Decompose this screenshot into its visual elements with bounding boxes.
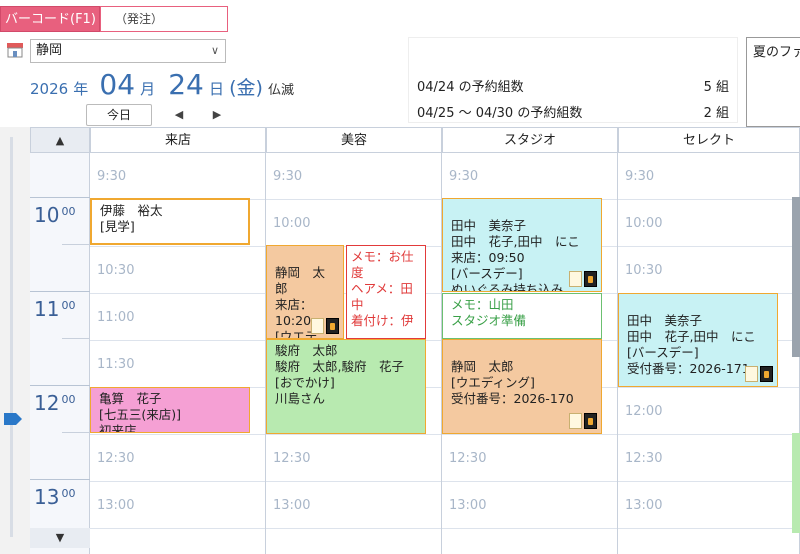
hour-label: 11 00: [34, 297, 76, 321]
green-event-edge: [792, 433, 800, 533]
card-icons: [569, 271, 597, 287]
reservation-text: 田中 美奈子 田中 花子,田中 にこ [バースデー] 受付番号：2026-171: [627, 313, 756, 376]
hour-divider: [30, 385, 90, 386]
summary-count: 2 組: [703, 106, 729, 121]
time-scrollbar[interactable]: [10, 137, 13, 537]
notice-box[interactable]: 夏のファ: [746, 37, 800, 127]
reservation-card[interactable]: 静岡 太郎 [ウエディング] 受付番号：2026-170: [442, 339, 602, 434]
summary-label: 04/25 ～ 04/30 の予約組数: [417, 106, 583, 121]
scroll-up-button[interactable]: ▲: [30, 127, 90, 153]
today-button[interactable]: 今日: [86, 104, 152, 126]
column-header-studio: スタジオ: [442, 127, 618, 153]
hour-label: 12 00: [34, 391, 76, 415]
store-select[interactable]: 静岡 ∨: [30, 39, 226, 63]
summary-count: 5 組: [703, 80, 729, 95]
column-header-biyou: 美容: [266, 127, 442, 153]
camera-icon: [326, 318, 339, 334]
reservation-card[interactable]: 田中 美奈子 田中 花子,田中 にこ [バースデー] 受付番号：2026-171: [618, 293, 778, 387]
hour-label: 13 00: [34, 485, 76, 509]
reservation-text: 静岡 太郎 [ウエディング] 受付番号：2026-170: [451, 359, 574, 406]
horizontal-scroll-thumb[interactable]: [792, 197, 800, 357]
shop-icon: [7, 43, 23, 58]
half-divider: [62, 432, 90, 433]
day: 24: [168, 68, 204, 101]
hour-divider: [30, 197, 90, 198]
order-input[interactable]: （発注）: [100, 6, 228, 32]
card-icons: [311, 318, 339, 334]
day-unit: 日: [208, 80, 224, 98]
memo-card[interactable]: メモ：お仕 度 ヘアメ：田 中 着付け：伊: [346, 245, 426, 339]
note-icon: [745, 366, 758, 382]
half-divider: [62, 244, 90, 245]
camera-icon: [760, 366, 773, 382]
reservation-text: 田中 美奈子 田中 花子,田中 にこ 来店：09:50 [バースデー] ぬいぐる…: [451, 218, 580, 292]
half-divider: [62, 338, 90, 339]
summary-row-today: 04/24 の予約組数 5 組: [417, 76, 729, 95]
year: 2026: [30, 80, 69, 98]
camera-icon: [584, 271, 597, 287]
note-icon: [569, 413, 582, 429]
note-icon: [569, 271, 582, 287]
current-time-marker-icon: [4, 413, 22, 425]
hour-label: 10 00: [34, 203, 76, 227]
year-unit: 年: [73, 80, 89, 98]
time-column: 10 00 11 00 12 00 13 00: [30, 127, 90, 554]
summary-label: 04/24 の予約組数: [417, 80, 524, 95]
summary-row-week: 04/25 ～ 04/30 の予約組数 2 組: [417, 102, 729, 121]
scroll-down-button[interactable]: ▼: [30, 528, 90, 548]
rokuyo: 仏滅: [268, 83, 295, 98]
next-day-button[interactable]: ▶: [202, 104, 232, 126]
hour-divider: [30, 479, 90, 480]
camera-icon: [584, 413, 597, 429]
barcode-shortcut-label[interactable]: バーコード(F1): [0, 6, 100, 32]
weekday: (金): [229, 77, 263, 99]
reservation-summary: 04/24 の予約組数 5 組 04/25 ～ 04/30 の予約組数 2 組: [408, 37, 738, 123]
reservation-card[interactable]: 亀算 花子 [七五三(来店)] 初来店: [90, 387, 250, 433]
card-icons: [569, 413, 597, 429]
prev-day-button[interactable]: ◀: [164, 104, 194, 126]
hour-divider: [30, 291, 90, 292]
date-display: 2026 年 04 月 24 日 (金) 仏滅: [30, 68, 294, 102]
chevron-down-icon: ∨: [210, 44, 219, 57]
reservation-card[interactable]: 駿府 太郎 駿府 太郎,駿府 花子 [おでかけ] 川島さん: [266, 339, 426, 434]
memo-card[interactable]: メモ：山田 スタジオ準備: [442, 293, 602, 339]
reservation-card[interactable]: 田中 美奈子 田中 花子,田中 にこ 来店：09:50 [バースデー] ぬいぐる…: [442, 198, 602, 292]
reservation-card[interactable]: 静岡 太 郎 来店： 10:20 [ウエデ: [266, 245, 344, 339]
schedule-grid: 10 00 11 00 12 00 13 00 ▲ ▼ 来店 美容 スタジオ セレクト …: [0, 127, 800, 554]
month-unit: 月: [140, 80, 156, 98]
column-header-raikan: 来店: [90, 127, 266, 153]
column-header-select: セレクト: [618, 127, 800, 153]
reservation-card[interactable]: 伊藤 裕太 [見学]: [90, 198, 250, 245]
card-icons: [745, 366, 773, 382]
note-icon: [311, 318, 324, 334]
store-select-value: 静岡: [36, 43, 63, 58]
month: 04: [99, 68, 136, 101]
